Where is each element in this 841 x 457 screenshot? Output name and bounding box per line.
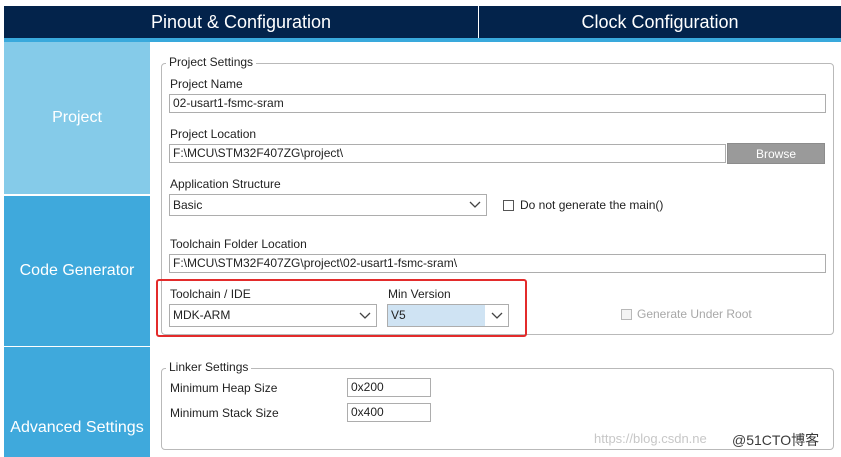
- do-not-generate-main-checkbox[interactable]: [503, 200, 514, 211]
- project-settings-legend: Project Settings: [166, 55, 257, 69]
- watermark-url: https://blog.csdn.ne: [594, 431, 707, 446]
- project-location-field[interactable]: F:\MCU\STM32F407ZG\project\: [169, 144, 726, 163]
- toolchain-folder-label: Toolchain Folder Location: [170, 237, 307, 251]
- minimum-stack-size-label: Minimum Stack Size: [170, 406, 279, 420]
- minimum-heap-size-label: Minimum Heap Size: [170, 381, 278, 395]
- linker-settings-legend: Linker Settings: [166, 360, 252, 374]
- tab-clock-configuration[interactable]: Clock Configuration: [479, 6, 841, 38]
- chevron-down-icon: [469, 201, 481, 208]
- tab-pinout-configuration[interactable]: Pinout & Configuration: [4, 6, 479, 38]
- application-structure-select[interactable]: Basic: [169, 194, 487, 216]
- project-name-field[interactable]: 02-usart1-fsmc-sram: [169, 94, 826, 113]
- toolchain-folder-field[interactable]: F:\MCU\STM32F407ZG\project\02-usart1-fsm…: [169, 254, 826, 273]
- project-name-label: Project Name: [170, 77, 243, 91]
- top-tab-bar: Pinout & Configuration Clock Configurati…: [4, 6, 841, 38]
- application-structure-value: Basic: [173, 198, 203, 212]
- application-structure-label: Application Structure: [170, 177, 281, 191]
- browse-button[interactable]: Browse: [727, 143, 825, 164]
- minimum-heap-size-field[interactable]: 0x200: [347, 378, 431, 397]
- sidebar-item-code-generator[interactable]: Code Generator: [4, 196, 150, 346]
- toolchain-highlight-box: [156, 279, 527, 337]
- sidebar-item-advanced-settings[interactable]: Advanced Settings: [4, 347, 150, 457]
- sidebar-item-project[interactable]: Project: [4, 42, 150, 194]
- do-not-generate-main-label: Do not generate the main(): [520, 198, 664, 212]
- sidebar: Project Code Generator Advanced Settings: [4, 42, 150, 457]
- project-location-label: Project Location: [170, 127, 257, 141]
- watermark-brand: @51CTO博客: [732, 432, 820, 448]
- minimum-stack-size-field[interactable]: 0x400: [347, 403, 431, 422]
- generate-under-root-label: Generate Under Root: [637, 307, 752, 321]
- generate-under-root-checkbox[interactable]: [621, 309, 632, 320]
